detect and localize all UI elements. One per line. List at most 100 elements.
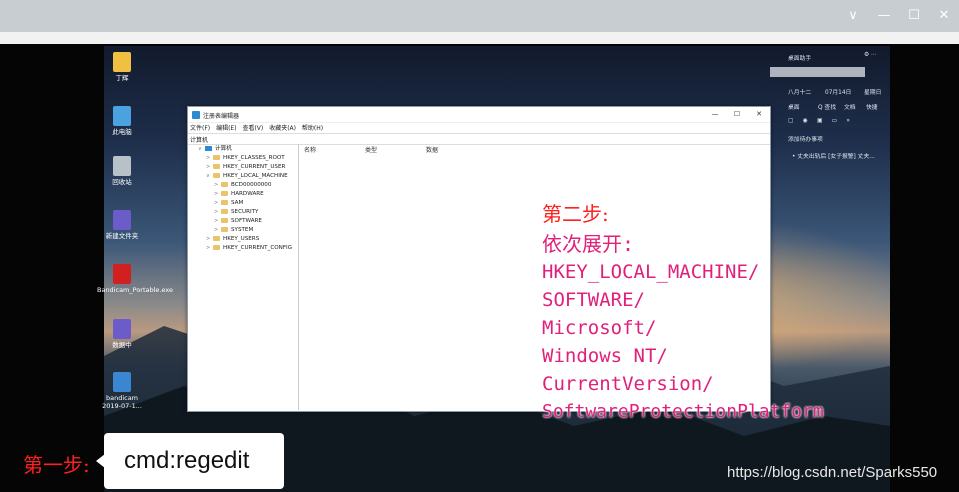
folder-icon: [213, 236, 220, 241]
widget-tool-search[interactable]: Q 查找: [818, 102, 836, 111]
chevron-right-icon[interactable]: >: [214, 208, 221, 217]
chevron-right-icon[interactable]: >: [206, 235, 213, 244]
chevron-right-icon[interactable]: >: [214, 217, 221, 226]
desktop-icon[interactable]: Bandicam_Portable.exe: [97, 264, 174, 294]
tree-node[interactable]: ∨ 计算机: [198, 145, 232, 154]
tree-node[interactable]: > SAM: [214, 199, 243, 208]
folder-icon: [221, 200, 228, 205]
chevron-right-icon[interactable]: >: [206, 244, 213, 253]
app-icon: [113, 210, 131, 230]
tree-node-label: HKEY_CURRENT_CONFIG: [223, 245, 293, 251]
menu-file[interactable]: 文件(F): [190, 123, 210, 132]
chevron-right-icon[interactable]: >: [214, 199, 221, 208]
column-header-name[interactable]: 名称: [304, 145, 316, 154]
registry-tree-pane[interactable]: ∨ 计算机 > HKEY_CLASSES_ROOT > HKEY_CURRENT_USER…: [188, 144, 299, 410]
chevron-down-icon[interactable]: ∨: [198, 145, 205, 154]
menu-edit[interactable]: 编辑(E): [216, 123, 236, 132]
step-two-label: 第二步:: [542, 202, 609, 226]
tree-node[interactable]: > HARDWARE: [214, 190, 264, 199]
widget-toolbar-icons[interactable]: ▢ ◉ ▣ ▭ »: [788, 118, 850, 124]
callout-pointer: [96, 454, 105, 468]
menu-favorites[interactable]: 收藏夹(A): [269, 123, 296, 132]
registry-path-segment: HKEY_LOCAL_MACHINE/: [542, 261, 760, 283]
registry-path-segment: CurrentVersion/: [542, 373, 714, 395]
step-one-label: 第一步:: [23, 453, 90, 477]
desktop-icon-label: 新建文件夹: [105, 232, 139, 240]
regedit-minimize-button[interactable]: —: [708, 109, 722, 120]
tree-node[interactable]: > SYSTEM: [214, 226, 253, 235]
blurred-weather: [770, 67, 865, 77]
folder-icon: [221, 209, 228, 214]
widget-tool-desktop[interactable]: 桌面: [788, 102, 800, 111]
column-header-data[interactable]: 数据: [426, 145, 438, 154]
tree-node-label: HKEY_CURRENT_USER: [223, 164, 286, 170]
desktop-icon-label: bandicam 2019-07-1...: [102, 394, 142, 410]
dropdown-chevron-icon[interactable]: ∨: [845, 8, 861, 24]
tree-node-label: SYSTEM: [231, 227, 254, 233]
regedit-title: 注册表编辑器: [203, 113, 240, 120]
widget-settings-icon[interactable]: ⚙ ⋯: [864, 52, 877, 58]
desktop-icon-label: 丁辉: [115, 74, 129, 82]
regedit-title-bar[interactable]: 注册表编辑器 — ☐ ✕: [188, 107, 770, 123]
regedit-close-button[interactable]: ✕: [752, 109, 766, 120]
registry-path-segment: Windows NT/: [542, 345, 668, 367]
menu-help[interactable]: 帮助(H): [302, 123, 323, 132]
chevron-down-icon[interactable]: ∨: [206, 172, 213, 181]
tree-node-label: HARDWARE: [231, 191, 264, 197]
chevron-right-icon[interactable]: >: [214, 181, 221, 190]
desktop-icon[interactable]: 回收站: [97, 156, 147, 186]
expand-instruction: 依次展开:: [542, 232, 635, 256]
desktop-icon[interactable]: 丁辉: [97, 52, 147, 82]
desktop-icon[interactable]: 数据中: [97, 319, 147, 349]
desktop-icon[interactable]: 新建文件夹: [97, 210, 147, 240]
tree-node-label: SOFTWARE: [231, 218, 262, 224]
menu-view[interactable]: 查看(V): [242, 123, 263, 132]
tree-node[interactable]: > HKEY_CLASSES_ROOT: [206, 154, 285, 163]
registry-path-segment: SOFTWARE/: [542, 289, 645, 311]
widget-weekday: 星期日: [864, 90, 882, 96]
desktop-icon[interactable]: bandicam 2019-07-1...: [97, 372, 147, 410]
folder-icon: [221, 191, 228, 196]
tree-node[interactable]: > HKEY_CURRENT_USER: [206, 163, 285, 172]
widget-add-todo[interactable]: 添加待办事项: [788, 134, 823, 143]
registry-path-segment: Microsoft/: [542, 317, 657, 339]
folder-icon: [221, 218, 228, 223]
desktop-assistant-widget: 桌面助手 ⚙ ⋯ 八月十二 07月14日 星期日 桌面 Q 查找 文档 快捷 ▢…: [770, 50, 888, 166]
maximize-button[interactable]: ☐: [906, 8, 922, 24]
computer-icon: [205, 146, 212, 151]
folder-icon: [213, 173, 220, 178]
regedit-menu-bar: 文件(F) 编辑(E) 查看(V) 收藏夹(A) 帮助(H): [190, 123, 327, 132]
close-button[interactable]: ✕: [936, 8, 952, 24]
tree-node-label: 计算机: [215, 146, 232, 152]
tree-node[interactable]: > BCD00000000: [214, 181, 271, 190]
widget-tool-shortcuts[interactable]: 快捷: [866, 102, 878, 111]
tree-node[interactable]: > HKEY_USERS: [206, 235, 259, 244]
tree-node[interactable]: > SECURITY: [214, 208, 258, 217]
chevron-right-icon[interactable]: >: [214, 226, 221, 235]
app-icon: [113, 156, 131, 176]
chevron-right-icon[interactable]: >: [206, 163, 213, 172]
chevron-right-icon[interactable]: >: [214, 190, 221, 199]
folder-icon: [221, 182, 228, 187]
widget-title: 桌面助手: [788, 56, 812, 62]
tree-node[interactable]: ∨ HKEY_LOCAL_MACHINE: [206, 172, 288, 181]
tree-node[interactable]: > SOFTWARE: [214, 217, 262, 226]
regedit-maximize-button[interactable]: ☐: [730, 109, 744, 120]
folder-icon: [221, 227, 228, 232]
desktop-icon-label: 数据中: [112, 341, 132, 349]
desktop-icon-label: Bandicam_Portable.exe: [97, 286, 174, 294]
widget-tool-docs[interactable]: 文档: [844, 102, 856, 111]
app-icon: [113, 52, 131, 72]
widget-news-item[interactable]: • 丈夫出轨后 [女子报警] 丈夫...: [792, 151, 875, 160]
regedit-app-icon: [192, 111, 200, 119]
tree-node[interactable]: > HKEY_CURRENT_CONFIG: [206, 244, 292, 253]
command-text: cmd:regedit: [124, 447, 250, 474]
column-header-type[interactable]: 类型: [365, 145, 377, 154]
chevron-right-icon[interactable]: >: [206, 154, 213, 163]
viewer-toolbar-strip: [0, 32, 959, 44]
desktop-icon[interactable]: 此电脑: [97, 106, 147, 136]
tree-node-label: SAM: [231, 200, 244, 206]
tree-node-label: SECURITY: [231, 209, 259, 215]
app-icon: [113, 264, 131, 284]
minimize-button[interactable]: —: [876, 8, 892, 24]
